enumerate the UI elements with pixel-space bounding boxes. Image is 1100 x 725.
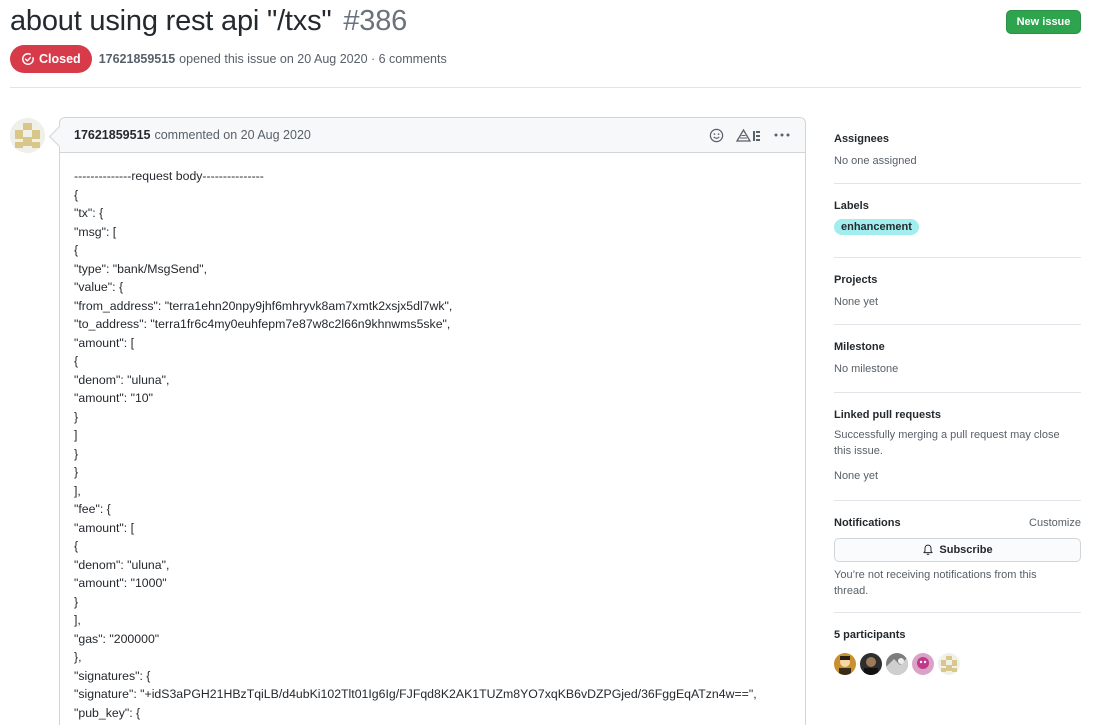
code-line: "from_address": "terra1ehn20npy9jhf6mhry… (74, 298, 453, 313)
status-badge: Closed (10, 45, 92, 73)
sidebar-labels[interactable]: Labels enhancement (834, 184, 1081, 258)
participants-list (834, 653, 1081, 675)
issue-number: #386 (343, 5, 408, 37)
smiley-icon[interactable] (707, 127, 725, 143)
issue-title-text: about using rest api "/txs" (10, 5, 332, 37)
code-line: "amount": [ (74, 520, 134, 535)
identicon-avatar-icon (10, 118, 45, 153)
issue-opened-text: opened this issue on 20 Aug 2020 · 6 com… (179, 52, 447, 66)
linked-description: Successfully merging a pull request may … (834, 429, 1060, 457)
customize-link[interactable]: Customize (1029, 517, 1081, 529)
code-line: --------------request body--------------… (74, 169, 264, 183)
issue-sidebar: Assignees No one assigned Labels enhance… (834, 117, 1081, 675)
comment-date: commented on 20 Aug 2020 (154, 128, 311, 142)
code-line: "amount": "1000" (74, 576, 167, 590)
projects-value: None yet (834, 296, 879, 308)
bell-icon (923, 544, 934, 555)
code-line: }, (74, 650, 82, 664)
code-line: ] (74, 428, 78, 442)
code-line: "gas": "200000" (74, 631, 160, 646)
milestone-value: No milestone (834, 363, 899, 375)
sidebar-participants: 5 participants (834, 613, 1081, 675)
code-line: { (74, 354, 79, 368)
code-line: "tx": { (74, 206, 104, 220)
code-line: "amount": "10" (74, 391, 153, 405)
sidebar-linked-prs[interactable]: Linked pull requests Successfully mergin… (834, 393, 1081, 501)
code-line: } (74, 465, 79, 479)
sidebar-notifications: Notifications Customize Subscribe You’re… (834, 501, 1081, 613)
new-issue-button[interactable]: New issue (1006, 10, 1081, 34)
sidebar-projects[interactable]: Projects None yet (834, 258, 1081, 325)
avatar[interactable] (10, 118, 45, 153)
participant-avatar[interactable] (860, 653, 882, 675)
code-line: "amount": [ (74, 335, 134, 350)
code-line: "denom": "uluna", (74, 557, 170, 572)
code-line: "to_address": "terra1fr6c4my0euhfepm7e87… (74, 317, 451, 331)
notifications-status: You’re not receiving notifications from … (834, 569, 1037, 597)
comment-header: 17621859515 commented on 20 Aug 2020 (60, 118, 805, 153)
code-line: "signature": "+idS3aPGH21HBzTqiLB/d4ubKi… (74, 687, 757, 701)
issue-header: about using rest api "/txs" #386 New iss… (10, 0, 1081, 88)
code-line: } (74, 594, 79, 609)
code-line: "denom": "uluna", (74, 372, 170, 387)
code-line: "pub_key": { (74, 705, 141, 720)
status-label: Closed (39, 52, 81, 66)
participant-avatar[interactable] (834, 653, 856, 675)
linked-heading: Linked pull requests (834, 409, 941, 421)
issue-comment: 17621859515 commented on 20 Aug 2020 ---… (59, 117, 806, 725)
participant-avatar[interactable] (886, 653, 908, 675)
code-line: "msg": [ (74, 224, 117, 239)
code-line: { (74, 539, 79, 553)
issue-closed-icon (22, 52, 35, 65)
sidebar-milestone[interactable]: Milestone No milestone (834, 325, 1081, 393)
subscribe-label: Subscribe (939, 544, 993, 556)
code-line: { (74, 243, 79, 257)
code-line: ], (74, 483, 81, 498)
code-line: "value": { (74, 280, 124, 294)
code-line: "fee": { (74, 502, 111, 516)
comment-author-link[interactable]: 17621859515 (74, 128, 150, 142)
assignees-heading: Assignees (834, 133, 890, 145)
label-enhancement[interactable]: enhancement (834, 219, 919, 235)
triangle-ruler-icon[interactable] (735, 127, 763, 143)
code-line: { (74, 187, 79, 202)
code-line: } (74, 446, 79, 461)
participant-avatar[interactable] (938, 653, 960, 675)
projects-heading: Projects (834, 274, 878, 286)
milestone-heading: Milestone (834, 341, 885, 353)
comment-body: --------------request body--------------… (60, 153, 805, 722)
code-line: "type": "bank/MsgSend", (74, 261, 207, 276)
participants-heading: 5 participants (834, 629, 906, 641)
labels-heading: Labels (834, 200, 869, 212)
issue-meta: Closed 17621859515 opened this issue on … (10, 45, 447, 73)
issue-title: about using rest api "/txs" #386 (10, 5, 407, 38)
code-line: ], (74, 613, 81, 627)
linked-value: None yet (834, 470, 879, 482)
code-line: } (74, 409, 79, 424)
subscribe-button[interactable]: Subscribe (834, 538, 1081, 562)
code-line: "signatures": { (74, 668, 151, 683)
issue-author-link[interactable]: 17621859515 (99, 52, 175, 66)
sidebar-assignees[interactable]: Assignees No one assigned (834, 117, 1081, 184)
kebab-horizontal-icon[interactable] (773, 127, 791, 143)
assignees-value: No one assigned (834, 155, 917, 167)
participant-avatar[interactable] (912, 653, 934, 675)
comment-actions (707, 127, 791, 143)
